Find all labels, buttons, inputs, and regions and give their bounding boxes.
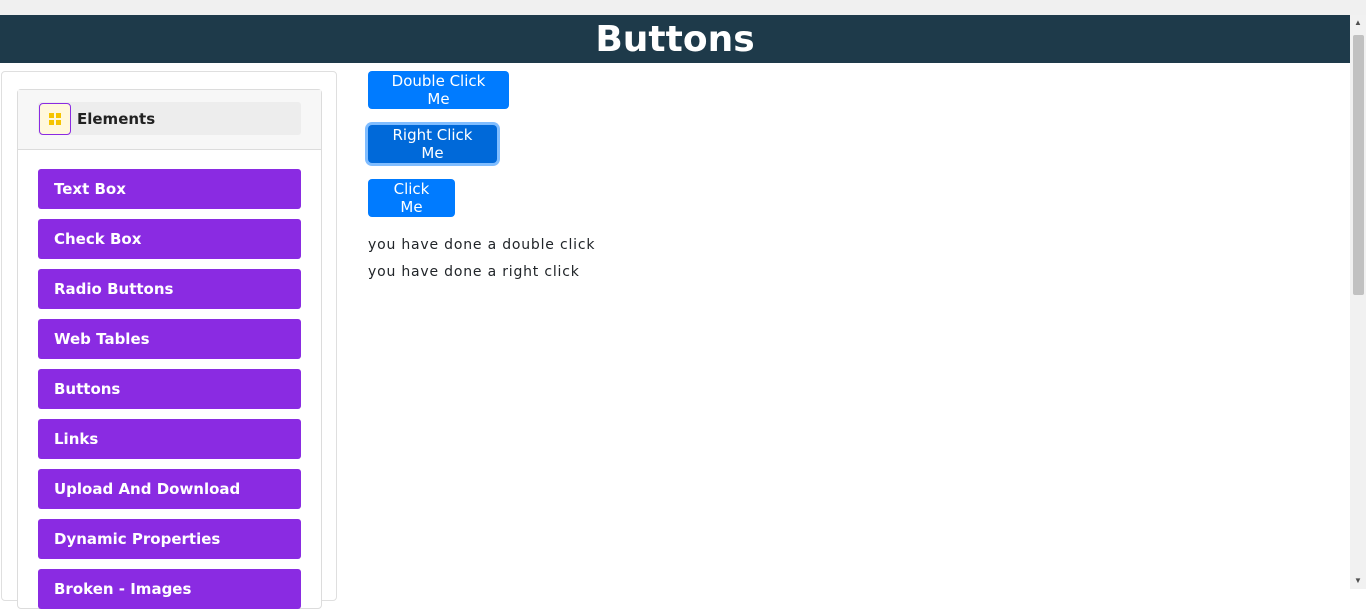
sidebar-item-broken-images[interactable]: Broken - Images — [38, 569, 301, 609]
sidebar-item-upload-and-download[interactable]: Upload And Download — [38, 469, 301, 509]
sidebar-item-text-box[interactable]: Text Box — [38, 169, 301, 209]
browser-top-strip — [0, 0, 1366, 15]
sidebar-item-check-box[interactable]: Check Box — [38, 219, 301, 259]
elements-menu-list: Text Box Check Box Radio Buttons Web Tab… — [18, 150, 321, 609]
scroll-down-arrow-icon[interactable]: ▼ — [1350, 573, 1366, 589]
sidebar-item-dynamic-properties[interactable]: Dynamic Properties — [38, 519, 301, 559]
page-scrollbar[interactable]: ▲ ▼ — [1350, 15, 1366, 589]
click-me-button[interactable]: Click Me — [368, 179, 455, 217]
right-click-message: you have done a right click — [368, 264, 580, 280]
elements-group-title: Elements — [77, 109, 156, 128]
double-click-button[interactable]: Double Click Me — [368, 71, 509, 109]
elements-group-header-bar: Elements — [38, 102, 301, 135]
elements-group-header[interactable]: Elements — [18, 90, 321, 150]
sidebar-item-buttons[interactable]: Buttons — [38, 369, 301, 409]
sidebar-item-radio-buttons[interactable]: Radio Buttons — [38, 269, 301, 309]
elements-grid-icon — [39, 102, 71, 135]
scroll-up-arrow-icon[interactable]: ▲ — [1350, 15, 1366, 31]
page-header: Buttons — [0, 15, 1350, 63]
page-title: Buttons — [595, 18, 755, 60]
elements-group: Elements Text Box Check Box Radio Button… — [17, 89, 322, 609]
double-click-message: you have done a double click — [368, 237, 596, 253]
scroll-thumb[interactable] — [1353, 35, 1364, 295]
sidebar-item-web-tables[interactable]: Web Tables — [38, 319, 301, 359]
sidebar: Elements Text Box Check Box Radio Button… — [1, 71, 337, 609]
right-click-button[interactable]: Right Click Me — [368, 125, 497, 163]
sidebar-item-links[interactable]: Links — [38, 419, 301, 459]
